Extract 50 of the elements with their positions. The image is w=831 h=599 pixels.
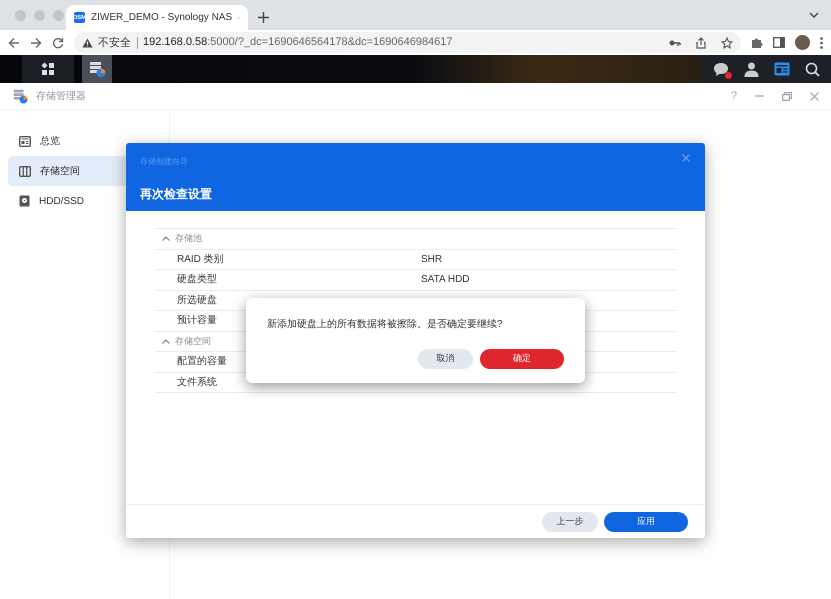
user-icon[interactable] — [744, 62, 758, 76]
field-label: 预计容量 — [177, 314, 217, 328]
key-icon[interactable] — [669, 38, 681, 46]
grid-icon — [41, 62, 55, 76]
field-value: SHR — [421, 252, 442, 267]
cancel-button[interactable]: 取消 — [418, 349, 473, 369]
warning-icon — [82, 38, 93, 48]
apply-button[interactable]: 应用 — [604, 512, 688, 532]
confirm-message: 新添加硬盘上的所有数据将被擦除。是否确定要继续? — [267, 318, 504, 332]
dropdown-icon[interactable] — [809, 12, 819, 18]
field-label: 所选硬盘 — [177, 294, 217, 308]
url-text: 192.168.0.58:5000/?_dc=1690646564178&dc=1690646984617 — [143, 35, 454, 50]
field-label: RAID 类别 — [177, 252, 224, 267]
chat-icon[interactable] — [712, 62, 728, 76]
search-icon[interactable] — [804, 62, 820, 76]
forward-icon[interactable] — [30, 36, 42, 48]
widgets-icon[interactable] — [774, 62, 790, 76]
more-icon[interactable] — [820, 36, 823, 48]
security-label: 不安全 — [98, 36, 138, 48]
section-title: 存储空间 — [175, 334, 211, 348]
field-value: SATA HDD — [421, 273, 470, 288]
field-label: 文件系统 — [177, 376, 217, 390]
confirm-button[interactable]: 确定 — [480, 349, 564, 369]
storage-app-icon — [88, 60, 106, 78]
star-icon[interactable] — [721, 36, 733, 48]
section-title: 存储池 — [175, 232, 202, 245]
share-icon[interactable] — [696, 36, 706, 48]
field-label: 硬盘类型 — [177, 272, 217, 288]
collapse-icon[interactable] — [162, 338, 170, 344]
storage-icon — [19, 166, 31, 176]
profile-avatar[interactable] — [795, 35, 810, 50]
address-bar[interactable]: 不安全 192.168.0.58:5000/?_dc=1690646564178&dc=1690646984617 — [74, 32, 741, 53]
wizard-heading: 再次检查设置 — [140, 186, 213, 203]
reload-icon[interactable] — [52, 36, 64, 48]
tab-title: ZIWER_DEMO - Synology NAS — [91, 11, 232, 25]
field-label: 配置的容量 — [177, 354, 227, 370]
storage-app-icon — [12, 88, 28, 104]
storage-manager-taskbar-button[interactable] — [82, 55, 112, 83]
restore-icon[interactable] — [782, 92, 792, 100]
back-button[interactable]: 上一步 — [542, 512, 598, 532]
overview-icon — [19, 136, 31, 146]
new-tab-icon[interactable] — [258, 12, 269, 23]
app-title: 存储管理器 — [36, 90, 87, 104]
main-menu-button[interactable] — [22, 55, 74, 83]
sidebar-icon[interactable] — [773, 37, 785, 48]
puzzle-icon[interactable] — [751, 36, 763, 48]
close-icon[interactable] — [810, 92, 819, 100]
collapse-icon[interactable] — [162, 236, 170, 242]
back-icon[interactable] — [8, 36, 20, 48]
sidebar-item[interactable]: 总览 — [8, 126, 161, 156]
